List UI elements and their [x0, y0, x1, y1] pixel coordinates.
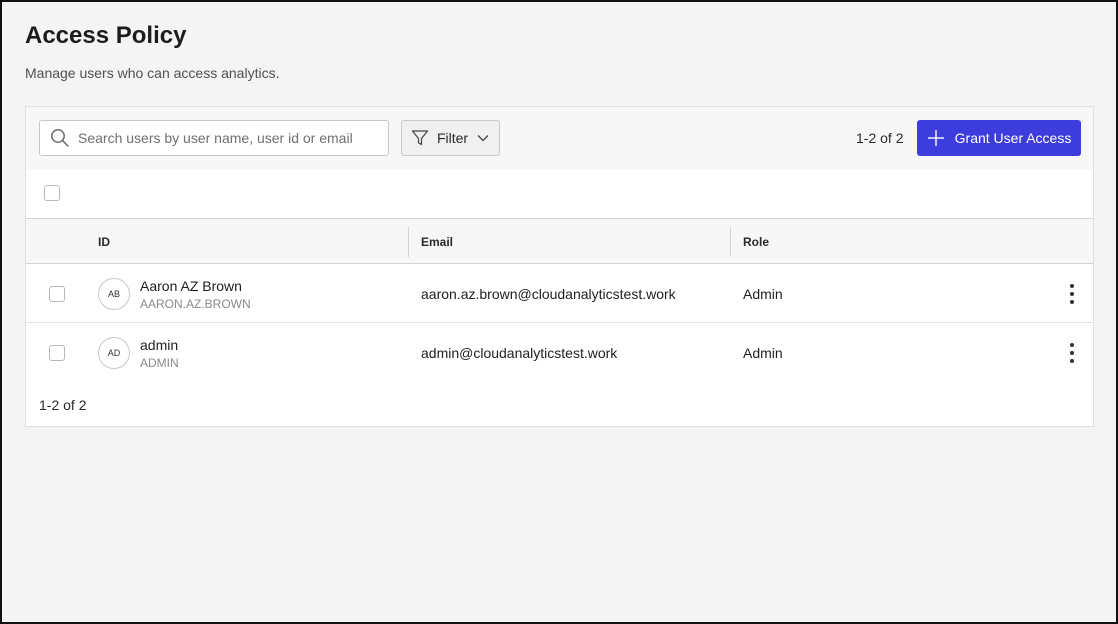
grant-user-access-button[interactable]: Grant User Access: [917, 120, 1081, 156]
search-box[interactable]: [39, 120, 389, 156]
grant-user-access-label: Grant User Access: [954, 130, 1072, 146]
select-all-row: [26, 170, 1093, 219]
more-vertical-icon[interactable]: [1062, 282, 1082, 306]
table-header: ID Email Role: [26, 219, 1093, 264]
page-subtitle: Manage users who can access analytics.: [25, 65, 280, 81]
search-icon: [51, 129, 69, 147]
footer-count: 1-2 of 2: [39, 397, 87, 413]
user-role: Admin: [743, 345, 783, 361]
avatar: AD: [98, 337, 130, 369]
select-all-checkbox[interactable]: [44, 185, 60, 201]
filter-label: Filter: [436, 130, 469, 146]
user-name: admin: [140, 337, 179, 353]
plus-icon: [927, 130, 944, 146]
user-name: Aaron AZ Brown: [140, 278, 242, 294]
avatar: AB: [98, 278, 130, 310]
user-role: Admin: [743, 286, 783, 302]
column-header-role[interactable]: Role: [743, 235, 769, 249]
app-window: Access Policy Manage users who can acces…: [0, 0, 1118, 624]
user-email: aaron.az.brown@cloudanalyticstest.work: [421, 286, 676, 302]
table-row[interactable]: AB Aaron AZ Brown AARON.AZ.BROWN aaron.a…: [26, 264, 1093, 323]
results-count: 1-2 of 2: [856, 130, 904, 146]
column-divider: [408, 227, 409, 257]
user-id: ADMIN: [140, 356, 179, 370]
row-checkbox[interactable]: [49, 345, 65, 361]
user-email: admin@cloudanalyticstest.work: [421, 345, 618, 361]
filter-icon: [411, 130, 429, 146]
more-vertical-icon[interactable]: [1062, 341, 1082, 365]
column-header-id[interactable]: ID: [98, 235, 110, 249]
user-id: AARON.AZ.BROWN: [140, 297, 251, 311]
users-panel: Filter 1-2 of 2 Grant User Access ID Ema…: [25, 106, 1094, 427]
filter-button[interactable]: Filter: [401, 120, 500, 156]
search-input[interactable]: [78, 130, 358, 146]
column-header-email[interactable]: Email: [421, 235, 453, 249]
toolbar: Filter 1-2 of 2 Grant User Access: [26, 107, 1093, 170]
column-divider: [730, 227, 731, 257]
chevron-down-icon: [477, 135, 489, 142]
page-title: Access Policy: [25, 22, 187, 49]
table-row[interactable]: AD admin ADMIN admin@cloudanalyticstest.…: [26, 323, 1093, 382]
row-checkbox[interactable]: [49, 286, 65, 302]
